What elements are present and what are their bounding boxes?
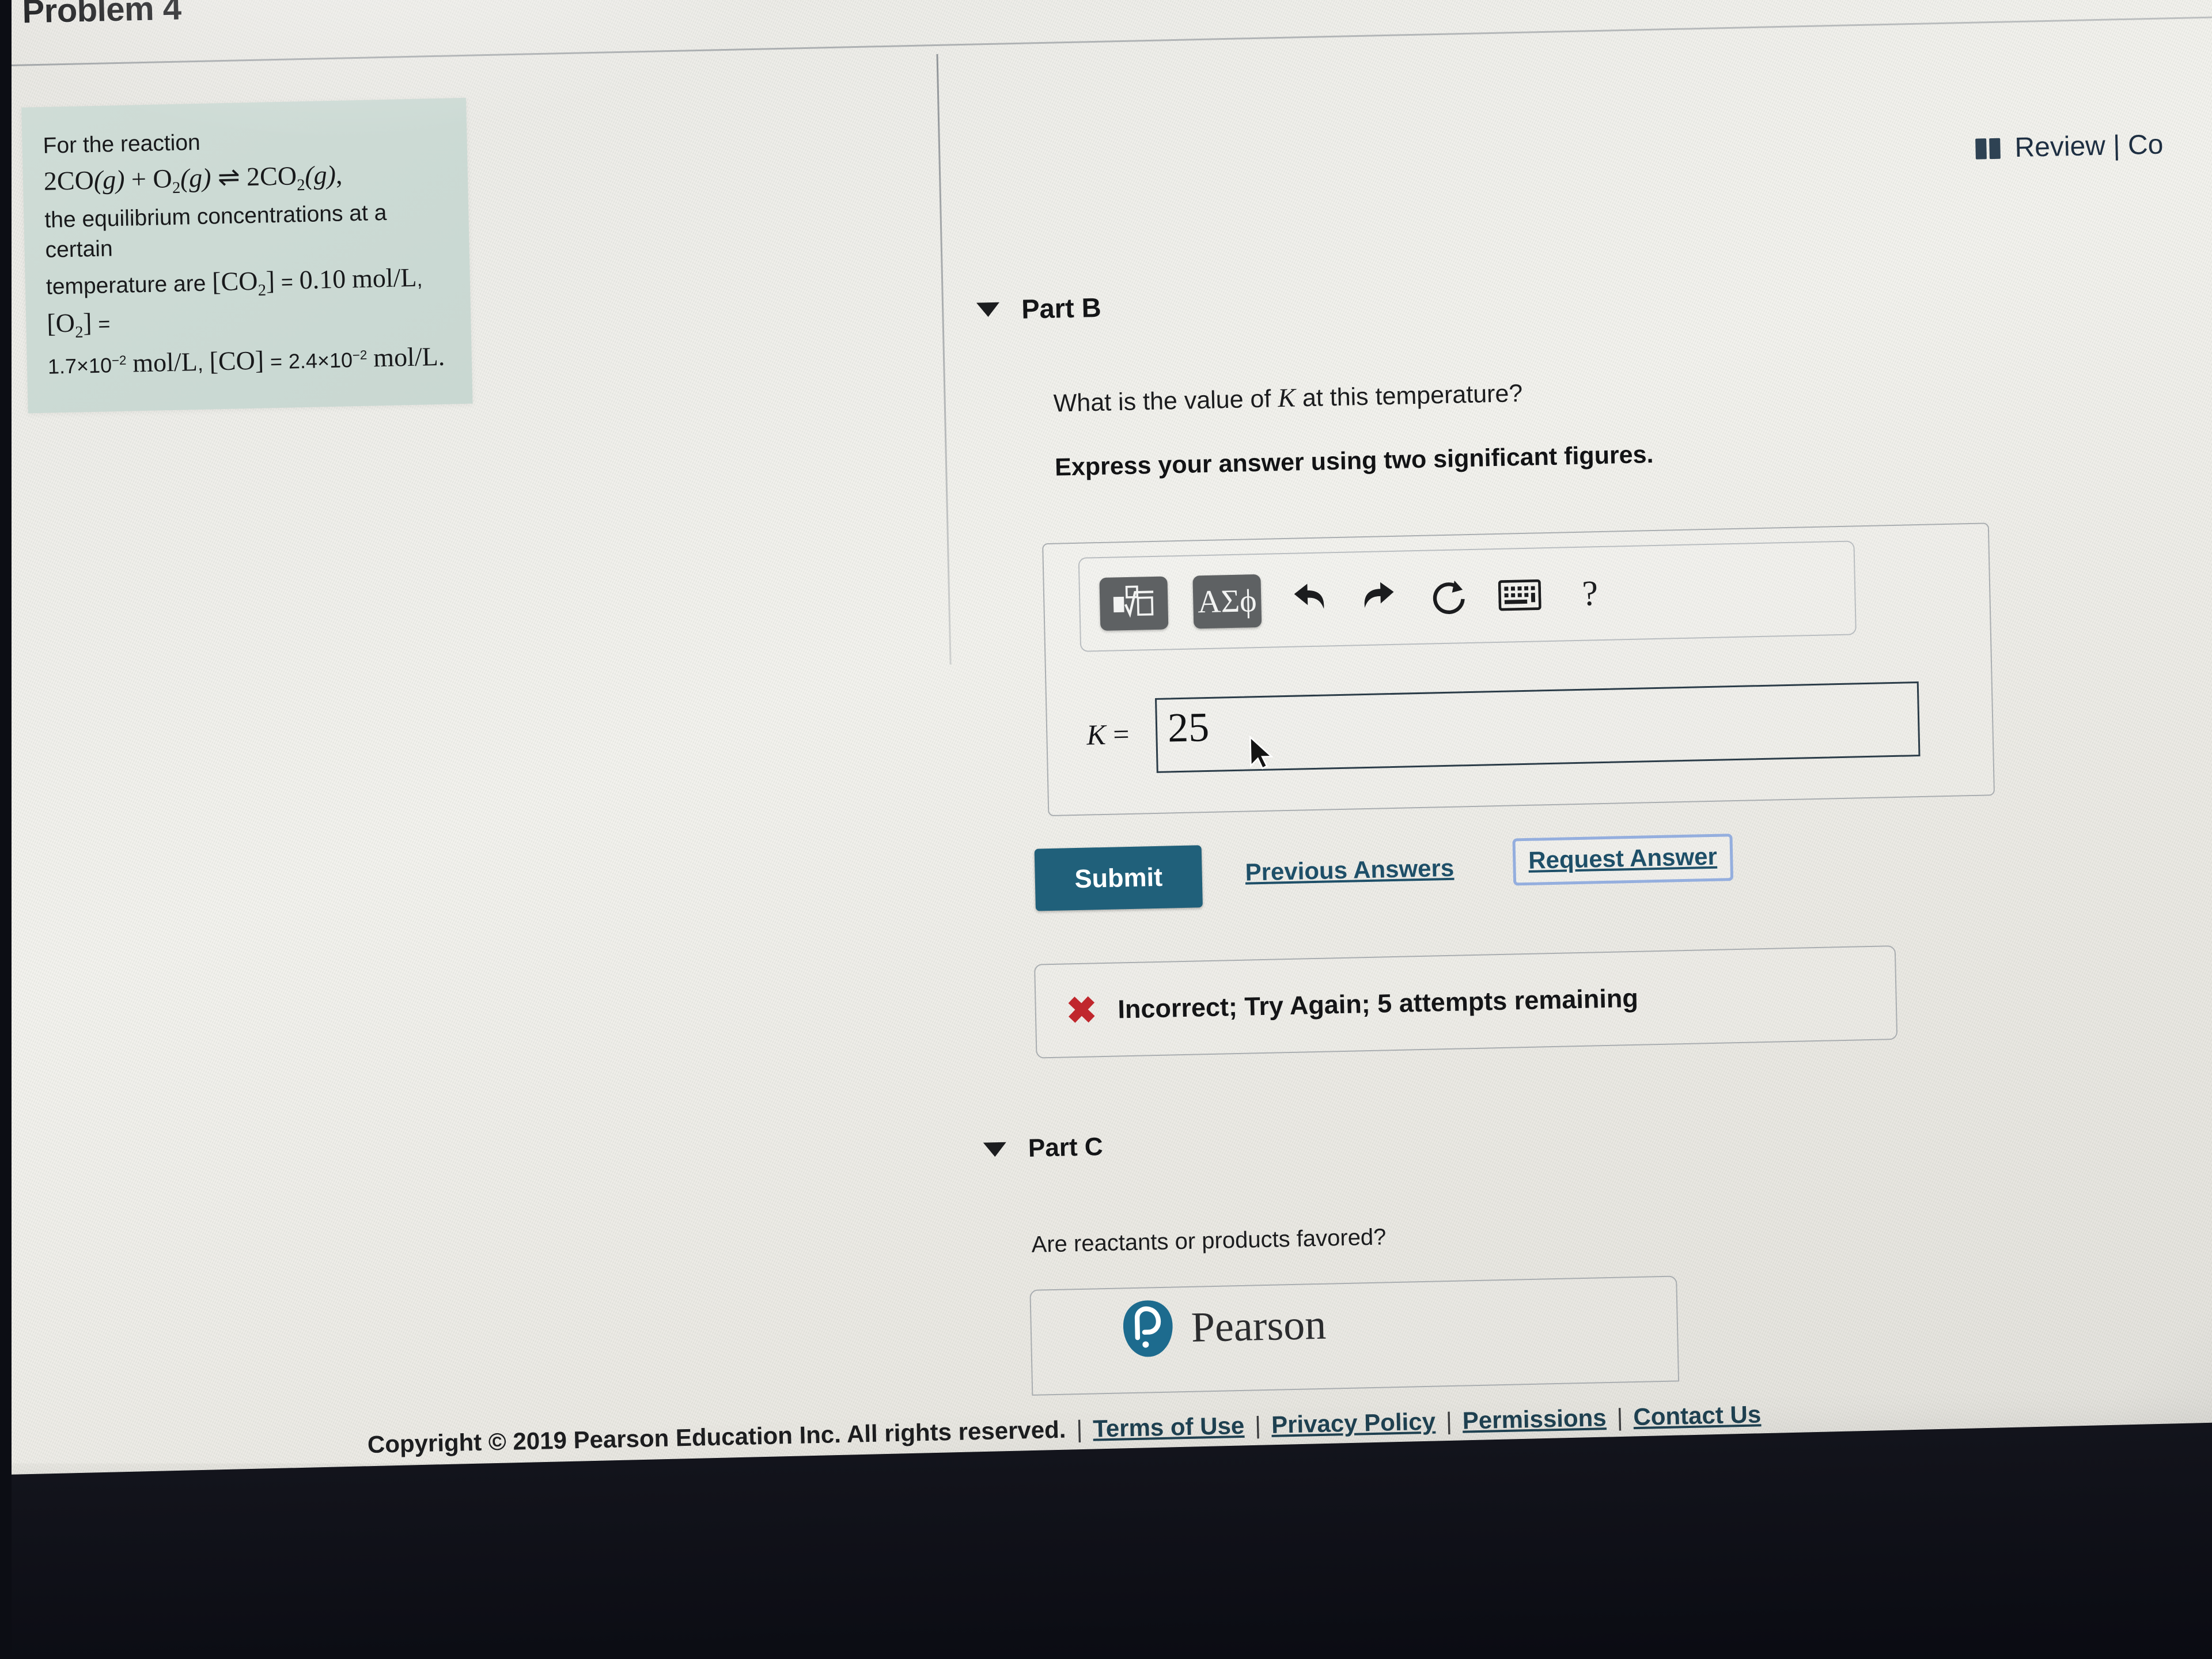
mouse-pointer-icon <box>1249 735 1274 770</box>
species-o2-value: 1.7×10−2 <box>47 353 127 378</box>
permissions-link[interactable]: Permissions <box>1462 1404 1607 1434</box>
equation-state-g3: (g) <box>304 160 336 191</box>
equation-co2-sub: 2 <box>296 176 305 195</box>
redo-icon[interactable] <box>1356 575 1402 622</box>
pearson-wordmark: Pearson <box>1190 1301 1327 1351</box>
species-co2-unit: mol/L <box>351 262 417 294</box>
species-co-unit: mol/L <box>373 341 439 373</box>
greek-symbols-button[interactable]: ΑΣϕ <box>1192 574 1262 629</box>
equation-product-co2: 2CO <box>246 161 297 192</box>
problem-body-prefix: temperature are <box>46 271 206 300</box>
species-co-value: 2.4×10−2 <box>288 347 368 373</box>
problem-body-line1: the equilibrium concentrations at a cert… <box>44 200 387 263</box>
review-link[interactable]: Review | Co <box>1975 129 2164 165</box>
review-link-label: Review | Co <box>2014 129 2164 164</box>
equation-o2-sub: 2 <box>172 179 181 198</box>
monitor-surface: Problem 4 For the reaction 2CO(g) + O2(g… <box>0 0 2212 1509</box>
species-co2-value: 0.10 <box>299 264 346 295</box>
part-b-question: What is the value of K at this temperatu… <box>1053 377 1523 418</box>
submit-button[interactable]: Submit <box>1034 845 1203 911</box>
privacy-policy-link[interactable]: Privacy Policy <box>1271 1408 1436 1439</box>
problem-body-line2: temperature are [CO2] = 0.10 mol/L, [O2]… <box>46 262 423 342</box>
redo-arrow-glyph <box>1364 582 1394 608</box>
species-o2-unit: mol/L <box>132 346 198 378</box>
undo-arrow-glyph <box>1294 584 1324 609</box>
species-co: [CO] <box>209 345 264 376</box>
answer-label-equals: = <box>1112 717 1130 751</box>
greek-symbols-label: ΑΣϕ <box>1197 583 1257 620</box>
photographed-screen: Problem 4 For the reaction 2CO(g) + O2(g… <box>0 0 2212 1659</box>
part-b-instruction: Express your answer using two significan… <box>1054 440 1654 482</box>
equation-equilibrium-arrow: ⇌ <box>217 162 241 192</box>
part-b-header[interactable]: Part B <box>976 291 1102 326</box>
footer-separator-1: | <box>1075 1415 1083 1443</box>
answer-label-symbol: K <box>1086 718 1107 751</box>
problem-intro: For the reaction <box>43 130 201 158</box>
part-b-label: Part B <box>1021 291 1102 324</box>
caret-down-icon[interactable] <box>983 1142 1007 1157</box>
species-co-equals: = <box>270 349 283 374</box>
keyboard-icon[interactable] <box>1497 572 1543 618</box>
header-divider <box>2 14 2212 67</box>
monitor-left-edge <box>0 0 12 1659</box>
math-template-button[interactable] <box>1099 576 1169 631</box>
species-o2-equals: = <box>97 312 111 336</box>
question-prefix: What is the value of <box>1053 385 1278 418</box>
equation-plus: + <box>131 164 147 194</box>
species-co2-equals: = <box>281 270 294 294</box>
equation-reactant-co: 2CO <box>43 165 94 196</box>
math-template-icon <box>1113 585 1154 618</box>
question-symbol-k: K <box>1277 382 1296 413</box>
problem-statement-box: For the reaction 2CO(g) + O2(g) ⇌ 2CO2(g… <box>21 97 473 414</box>
terms-of-use-link[interactable]: Terms of Use <box>1093 1412 1245 1443</box>
page-title: Problem 4 <box>21 0 182 31</box>
species-co2: [CO2] <box>211 266 275 300</box>
reset-circle-glyph <box>1433 580 1465 615</box>
contact-us-link[interactable]: Contact Us <box>1633 1400 1762 1431</box>
book-icon <box>1975 138 2002 160</box>
equation-state-g2: (g) <box>180 162 212 194</box>
feedback-text: Incorrect; Try Again; 5 attempts remaini… <box>1117 983 1639 1024</box>
reset-icon[interactable] <box>1426 574 1472 620</box>
problem-equation: 2CO(g) + O2(g) ⇌ 2CO2(g), <box>43 160 343 198</box>
answer-input-value: 25 <box>1167 703 1210 751</box>
species-o2: [O2] <box>46 308 93 342</box>
question-suffix: at this temperature? <box>1295 379 1523 412</box>
part-c-question: Are reactants or products favored? <box>1031 1224 1387 1257</box>
problem-body-line3: 1.7×10−2 mol/L, [CO] = 2.4×10−2 mol/L. <box>47 341 445 378</box>
x-mark-icon: ✖ <box>1066 989 1098 1032</box>
footer-separator-3: | <box>1445 1407 1453 1435</box>
request-answer-label: Request Answer <box>1528 842 1718 874</box>
pearson-logo: Pearson <box>1119 1295 1327 1359</box>
footer-separator-4: | <box>1616 1403 1623 1431</box>
column-divider <box>936 54 952 665</box>
equation-reactant-o2: O <box>152 164 173 194</box>
help-icon[interactable]: ? <box>1567 571 1613 617</box>
keyboard-glyph <box>1498 579 1541 611</box>
browser-page: Problem 4 For the reaction 2CO(g) + O2(g… <box>0 0 2212 1509</box>
equation-state-g1: (g) <box>93 165 126 195</box>
feedback-banner: ✖ Incorrect; Try Again; 5 attempts remai… <box>1034 945 1898 1059</box>
request-answer-button[interactable]: Request Answer <box>1512 834 1733 886</box>
caret-down-icon[interactable] <box>976 302 1000 317</box>
pearson-p-icon <box>1123 1300 1173 1357</box>
part-c-label: Part C <box>1028 1132 1104 1162</box>
undo-icon[interactable] <box>1286 577 1332 623</box>
footer-separator-2: | <box>1254 1411 1262 1439</box>
part-c-header[interactable]: Part C <box>983 1132 1103 1164</box>
previous-answers-link[interactable]: Previous Answers <box>1245 854 1455 887</box>
math-toolbar: ΑΣϕ ? <box>1078 540 1857 652</box>
answer-label: K = <box>1086 717 1130 752</box>
